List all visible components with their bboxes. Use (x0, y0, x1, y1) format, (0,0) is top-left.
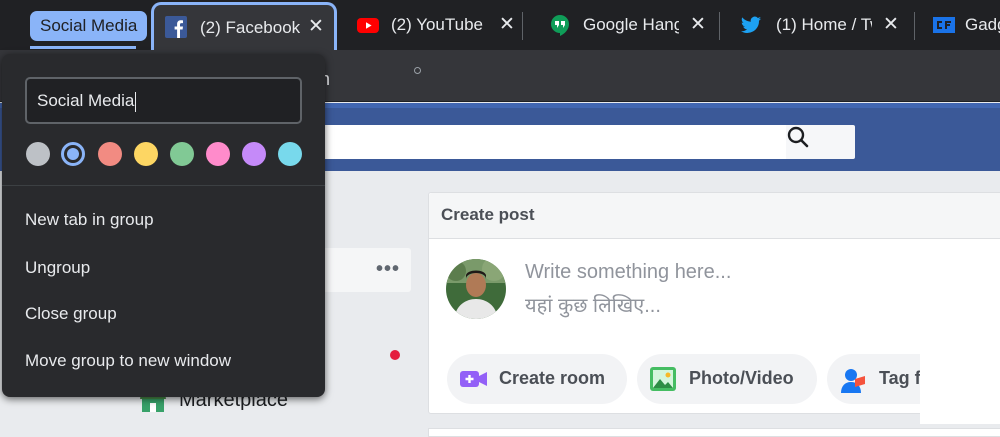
search-input[interactable] (300, 125, 786, 159)
color-swatch-purple[interactable] (242, 142, 266, 166)
tab-title: Google Hang (583, 15, 679, 34)
color-swatch-cyan[interactable] (278, 142, 302, 166)
tab-youtube[interactable]: (2) YouTube ✕ (345, 0, 523, 50)
tab-gadgets[interactable]: Gadg (918, 0, 1000, 50)
menu-item-move-group-to-new-window[interactable]: Move group to new window (25, 351, 231, 371)
tab-facebook[interactable]: (2) Facebook ✕ (151, 2, 337, 50)
color-swatch-blue[interactable] (61, 142, 85, 166)
photo-icon (649, 366, 677, 392)
overlay-patch (920, 352, 1000, 424)
tab-separator (522, 12, 523, 40)
menu-item-new-tab-in-group[interactable]: New tab in group (25, 210, 154, 230)
tab-strip: Social Media (2) Facebook ✕ (2) YouTube … (0, 0, 1000, 50)
color-swatch-pink[interactable] (206, 142, 230, 166)
video-camera-icon (459, 366, 487, 392)
color-swatch-red[interactable] (98, 142, 122, 166)
close-icon[interactable]: ✕ (306, 16, 326, 38)
close-icon[interactable]: ✕ (688, 14, 708, 36)
post-placeholder-hindi[interactable]: यहां कुछ लिखिए... (525, 291, 661, 318)
create-post-header: Create post (429, 193, 1000, 239)
close-icon[interactable]: ✕ (881, 14, 901, 36)
tab-twitter[interactable]: (1) Home / Tw ✕ (724, 0, 915, 50)
next-card-edge (428, 428, 1000, 437)
post-placeholder-english[interactable]: Write something here... (525, 261, 731, 284)
tab-google-hangouts[interactable]: Google Hang ✕ (527, 0, 720, 50)
color-swatch-grey[interactable] (26, 142, 50, 166)
tab-title: Gadg (965, 15, 1000, 34)
tab-title: (2) YouTube (391, 15, 483, 34)
tab-separator (719, 12, 720, 40)
menu-item-close-group[interactable]: Close group (25, 304, 117, 324)
avatar[interactable] (446, 259, 506, 319)
color-swatch-green[interactable] (170, 142, 194, 166)
notification-dot (390, 350, 400, 360)
google-hangouts-icon (549, 14, 571, 36)
loading-dot-icon (414, 67, 421, 74)
tag-friends-label: Tag f (879, 368, 921, 388)
tab-title: (1) Home / Tw (776, 15, 872, 34)
tag-friends-icon (839, 366, 867, 393)
create-post-card: Create post Write something here... यहां… (428, 192, 1000, 414)
more-options-icon[interactable]: ••• (376, 258, 400, 281)
youtube-icon (357, 14, 379, 36)
tab-separator (914, 12, 915, 40)
photo-video-button[interactable]: Photo/Video (637, 354, 817, 404)
create-room-button[interactable]: Create room (447, 354, 627, 404)
facebook-icon (165, 16, 187, 38)
tab-group-underline (30, 46, 136, 49)
create-post-title: Create post (441, 205, 535, 224)
menu-item-ungroup[interactable]: Ungroup (25, 258, 90, 278)
gadgets-icon (932, 14, 955, 36)
menu-divider (2, 185, 325, 186)
create-room-label: Create room (499, 368, 606, 388)
tab-group-chip[interactable]: Social Media (30, 11, 148, 41)
group-name-input[interactable]: Social Media (25, 77, 302, 124)
twitter-icon (740, 14, 762, 36)
tab-group-editor: Social Media New tab in group Ungroup Cl… (2, 54, 325, 397)
color-swatch-yellow[interactable] (134, 142, 158, 166)
close-icon[interactable]: ✕ (497, 14, 517, 36)
photo-video-label: Photo/Video (689, 368, 794, 388)
search-button[interactable] (786, 125, 855, 159)
tab-title: (2) Facebook (200, 18, 301, 37)
